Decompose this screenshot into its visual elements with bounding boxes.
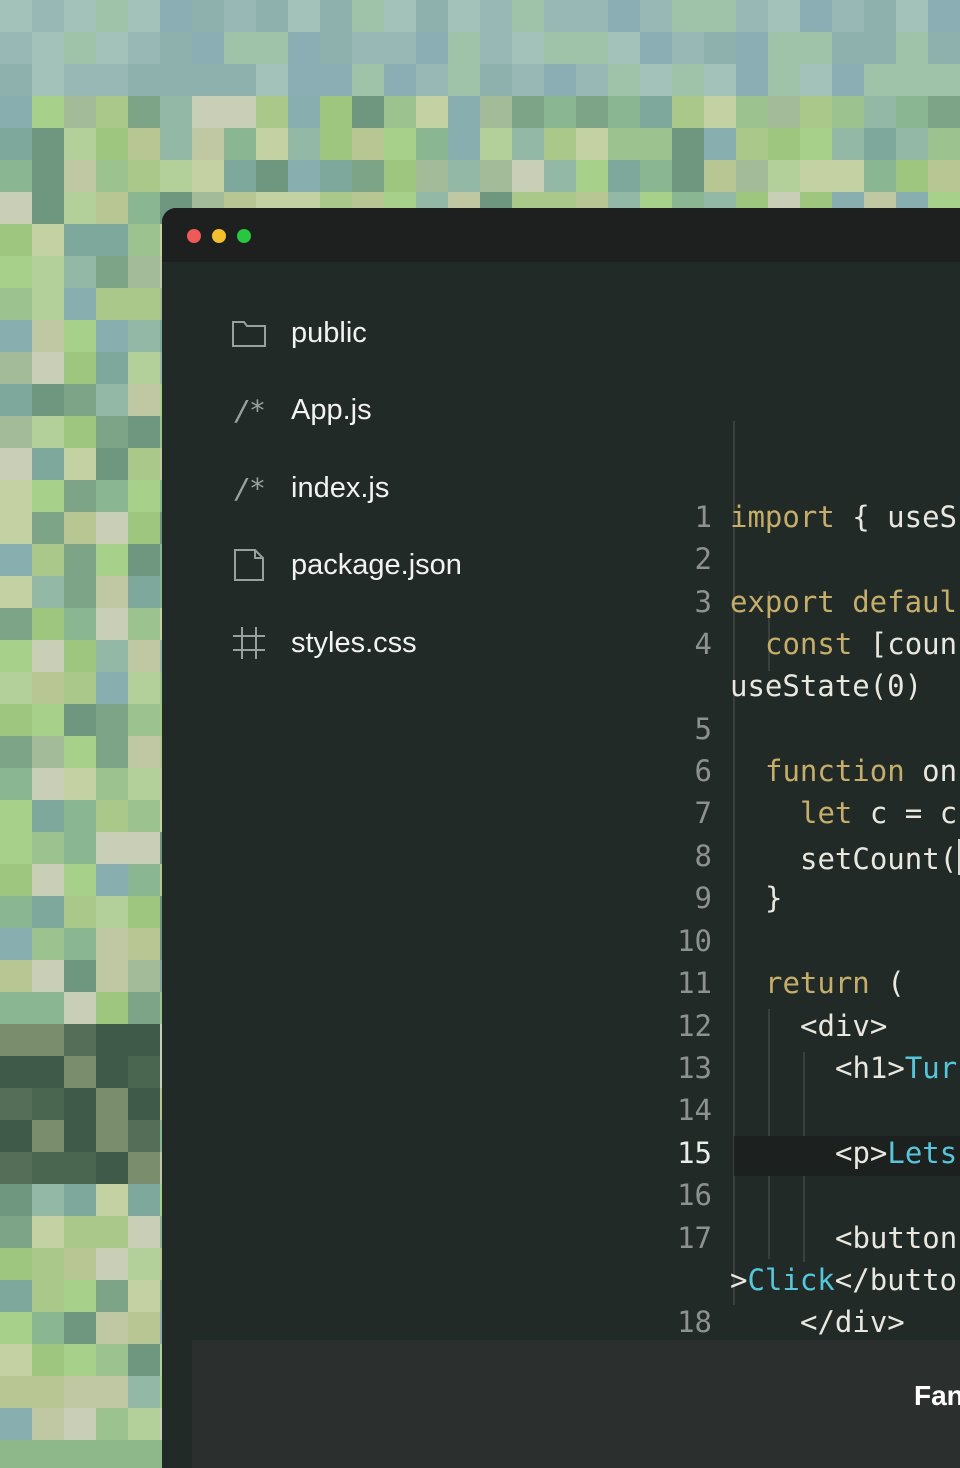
- code-tag: >: [730, 1263, 748, 1297]
- line-number: 4: [694, 627, 712, 661]
- code-line: <h1>Tur: [835, 1051, 957, 1085]
- code-keyword: export defaul: [730, 585, 957, 619]
- code-editor[interactable]: 1 2 3 4 5 6 7 8 9 10 11 12 13 14 15 16 1…: [162, 262, 960, 1424]
- code-text: useState(0): [730, 669, 923, 703]
- line-number: 5: [694, 712, 712, 746]
- bottom-panel-label: Fan: [914, 1380, 960, 1411]
- line-number: 11: [677, 966, 712, 1000]
- code-text: }: [765, 881, 783, 915]
- bottom-panel: Fan: [192, 1340, 960, 1468]
- code-text: (: [869, 966, 905, 1000]
- code-text: </div>: [800, 1305, 905, 1339]
- line-number: 7: [694, 796, 712, 830]
- window-titlebar: [162, 208, 960, 262]
- line-number: 2: [694, 542, 712, 576]
- code-line: </div>: [800, 1305, 905, 1339]
- editor-window: public /* App.js /* index.js package.jso…: [162, 208, 960, 1468]
- code-keyword: let: [800, 796, 853, 830]
- indent-guide: [768, 1009, 770, 1259]
- code-string: Tur: [904, 1051, 958, 1085]
- code-line: <div>: [800, 1009, 887, 1043]
- code-line: useState(0): [730, 669, 922, 703]
- code-tag: <h1>: [835, 1051, 905, 1085]
- line-number: 18: [677, 1305, 712, 1339]
- code-line: export defaul: [730, 585, 957, 619]
- line-number: 9: [694, 881, 712, 915]
- code-text: { useS: [834, 500, 957, 534]
- code-line: const [coun: [765, 627, 957, 661]
- code-keyword: function: [765, 754, 905, 788]
- code-line: <p>Lets: [835, 1136, 957, 1170]
- code-text: c = c: [852, 796, 958, 830]
- code-line: setCount(: [800, 839, 960, 876]
- code-line: >Click</buttor: [730, 1263, 960, 1297]
- line-number-active: 15: [677, 1136, 712, 1170]
- close-window-button[interactable]: [187, 229, 201, 243]
- line-number: 1: [694, 500, 712, 534]
- code-tag: <p>: [835, 1136, 888, 1170]
- code-text: </buttor: [834, 1263, 960, 1297]
- line-number: 12: [677, 1009, 712, 1043]
- code-line: import { useS: [730, 500, 957, 534]
- code-keyword: return: [765, 966, 870, 1000]
- minimize-window-button[interactable]: [212, 229, 226, 243]
- line-number: 3: [694, 585, 712, 619]
- code-line: <button: [835, 1221, 957, 1255]
- zoom-window-button[interactable]: [237, 229, 251, 243]
- code-line: }: [765, 881, 782, 915]
- code-string: Lets: [887, 1136, 958, 1170]
- code-text: <button: [835, 1221, 958, 1255]
- code-line: let c = c: [800, 796, 957, 830]
- code-keyword: import: [730, 500, 835, 534]
- line-number: 10: [677, 924, 712, 958]
- code-text: [coun: [852, 627, 958, 661]
- line-number: 14: [677, 1093, 712, 1127]
- code-line: return (: [765, 966, 905, 1000]
- code-line: function on: [765, 754, 957, 788]
- line-number: 6: [694, 754, 712, 788]
- code-string: Click: [747, 1263, 835, 1297]
- code-text: <div>: [800, 1009, 888, 1043]
- line-number: 13: [677, 1051, 712, 1085]
- line-number: 16: [677, 1178, 712, 1212]
- line-number: 17: [677, 1221, 712, 1255]
- code-keyword: const: [765, 627, 853, 661]
- code-text: on: [904, 754, 958, 788]
- line-number: 8: [694, 839, 712, 873]
- code-text: setCount(: [800, 842, 958, 876]
